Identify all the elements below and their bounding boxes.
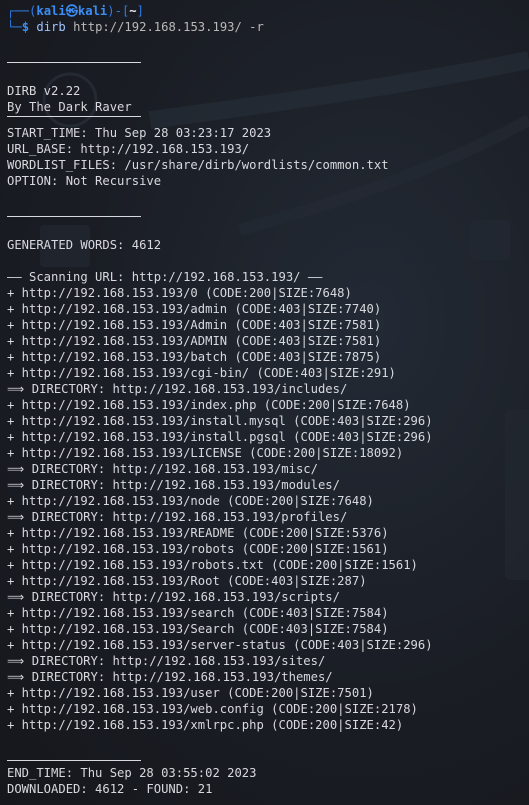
separator-rule [7,105,529,121]
prompt-paren-close: )-[ [107,4,130,18]
terminal-output: ┌──(kali㉿kali)-[~] └─$ dirb http://192.1… [7,3,529,797]
prompt-corner-bottom: └─ [7,20,22,34]
directory-line: ⟹ DIRECTORY: http://192.168.153.193/misc… [7,462,318,476]
result-line: + http://192.168.153.193/user (CODE:200|… [7,686,374,700]
result-line: + http://192.168.153.193/cgi-bin/ (CODE:… [7,366,396,380]
result-line: + http://192.168.153.193/admin (CODE:403… [7,302,382,316]
info-line: OPTION: Not Recursive [7,174,162,188]
result-line: + http://192.168.153.193/server-status (… [7,638,433,652]
separator-rule [7,749,529,765]
info-line: WORDLIST_FILES: /usr/share/dirb/wordlist… [7,158,389,172]
directory-line: ⟹ DIRECTORY: http://192.168.153.193/modu… [7,478,340,492]
result-line: + http://192.168.153.193/LICENSE (CODE:2… [7,446,404,460]
result-line: + http://192.168.153.193/Root (CODE:403|… [7,574,367,588]
result-line: + http://192.168.153.193/index.php (CODE… [7,398,411,412]
result-line: + http://192.168.153.193/README (CODE:20… [7,526,389,540]
prompt-dollar: $ [21,20,37,34]
info-line: START_TIME: Thu Sep 28 03:23:17 2023 [7,126,272,140]
directory-line: ⟹ DIRECTORY: http://192.168.153.193/them… [7,670,333,684]
command-flag: -r [249,20,264,34]
result-line: + http://192.168.153.193/xmlrpc.php (COD… [7,718,404,732]
command-args: http://192.168.153.193/ [65,20,250,34]
result-line: + http://192.168.153.193/web.config (COD… [7,702,418,716]
result-line: + http://192.168.153.193/robots (CODE:20… [7,542,389,556]
generated-words: GENERATED WORDS: 4612 [7,238,162,252]
scanning-url-line: —— Scanning URL: http://192.168.153.193/… [7,270,323,284]
command-name: dirb [36,20,66,34]
result-line: + http://192.168.153.193/install.mysql (… [7,414,433,428]
directory-line: ⟹ DIRECTORY: http://192.168.153.193/incl… [7,382,348,396]
prompt-corner-top: ┌──( [7,4,37,18]
terminal-window[interactable]: ┌──(kali㉿kali)-[~] └─$ dirb http://192.1… [0,0,529,805]
directory-line: ⟹ DIRECTORY: http://192.168.153.193/prof… [7,510,348,524]
result-line: + http://192.168.153.193/node (CODE:200|… [7,494,374,508]
result-line: + http://192.168.153.193/search (CODE:40… [7,606,389,620]
info-line: URL_BASE: http://192.168.153.193/ [7,142,250,156]
prompt-user: kali [36,4,66,18]
prompt-at-symbol: ㉿ [65,4,78,18]
separator-rule [7,205,529,221]
directory-line: ⟹ DIRECTORY: http://192.168.153.193/site… [7,654,326,668]
banner-title: DIRB v2.22 [7,84,81,98]
prompt-line-top: ┌──(kali㉿kali)-[~] [7,3,529,19]
directory-line: ⟹ DIRECTORY: http://192.168.153.193/scri… [7,590,340,604]
download-summary: DOWNLOADED: 4612 - FOUND: 21 [7,782,213,796]
end-time: END_TIME: Thu Sep 28 03:55:02 2023 [7,766,257,780]
prompt-path: ~ [129,4,137,18]
prompt-host: kali [77,4,108,18]
separator-rule [7,51,529,67]
result-line: + http://192.168.153.193/Search (CODE:40… [7,622,389,636]
prompt-line-command: └─$ dirb http://192.168.153.193/ -r [7,19,529,35]
result-line: + http://192.168.153.193/robots.txt (COD… [7,558,418,572]
result-line: + http://192.168.153.193/ADMIN (CODE:403… [7,334,382,348]
prompt-bracket-close: ] [136,4,144,18]
result-line: + http://192.168.153.193/batch (CODE:403… [7,350,382,364]
result-line: + http://192.168.153.193/Admin (CODE:403… [7,318,382,332]
result-line: + http://192.168.153.193/0 (CODE:200|SIZ… [7,286,352,300]
result-line: + http://192.168.153.193/install.pgsql (… [7,430,433,444]
